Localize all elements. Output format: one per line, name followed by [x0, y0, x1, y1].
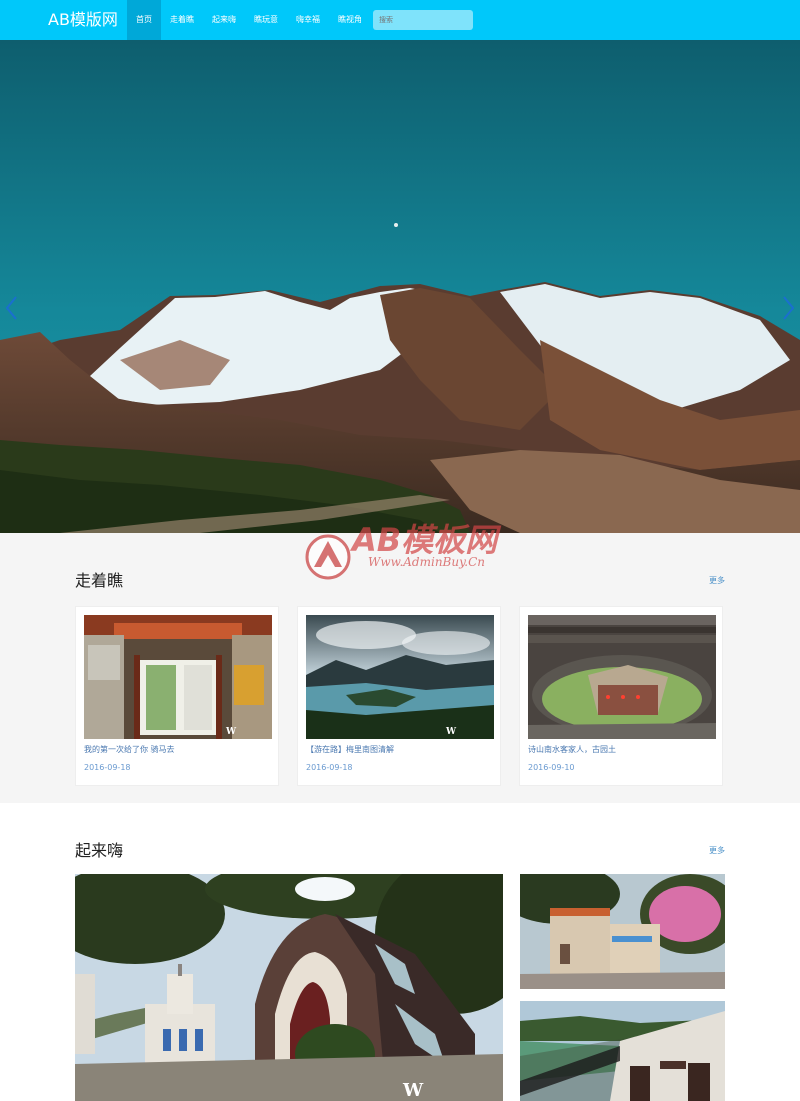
section-walk-title: 走着瞧 [75, 571, 124, 590]
svg-text:W: W [402, 1080, 424, 1101]
watermark-logo: AB模板网 Www.AdminBuy.Cn [300, 513, 510, 588]
svg-text:W: W [225, 727, 237, 737]
top-navbar: AB模版网 首页 走着瞧 起来嗨 瞧玩意 嗨幸福 瞧视角 [0, 0, 800, 40]
article-card-1-title[interactable]: 我的第一次给了你 骑马去 [84, 744, 175, 755]
hero-carousel [0, 40, 800, 533]
section-fun-more-link[interactable]: 更多 [709, 845, 725, 856]
section-fun-title: 起来嗨 [75, 841, 124, 860]
carousel-prev-icon[interactable] [4, 295, 18, 321]
article-card-3-title[interactable]: 诗山南水客家人，古园土 [528, 744, 616, 755]
article-card-2[interactable]: W 【游在路】梅里南图清解 2016-09-18 [297, 606, 501, 786]
feature-image-balcony[interactable] [520, 1001, 725, 1101]
nav-item-walk[interactable]: 走着瞧 [161, 0, 203, 40]
article-card-1-image[interactable]: W [84, 615, 272, 739]
article-card-2-image[interactable]: W [306, 615, 494, 739]
nav-item-home[interactable]: 首页 [127, 0, 161, 40]
site-logo[interactable]: AB模版网 [48, 0, 118, 40]
nav-item-perspective[interactable]: 瞧视角 [329, 0, 371, 40]
svg-text:W: W [445, 727, 457, 737]
nav-item-fun[interactable]: 起来嗨 [203, 0, 245, 40]
feature-image-house[interactable] [520, 874, 725, 989]
carousel-next-icon[interactable] [782, 295, 796, 321]
article-card-1[interactable]: W 我的第一次给了你 骑马去 2016-09-18 [75, 606, 279, 786]
feature-image-church[interactable]: W [75, 874, 503, 1101]
nav-item-things[interactable]: 瞧玩意 [245, 0, 287, 40]
search-input[interactable] [373, 10, 473, 30]
article-card-3-image[interactable] [528, 615, 716, 739]
article-card-3[interactable]: 诗山南水客家人，古园土 2016-09-10 [519, 606, 723, 786]
section-fun: 起来嗨 更多 W [0, 803, 800, 1101]
watermark-url: Www.AdminBuy.Cn [368, 555, 486, 569]
article-card-1-date: 2016-09-18 [84, 763, 131, 772]
article-card-2-title[interactable]: 【游在路】梅里南图清解 [306, 744, 394, 755]
main-nav: 首页 走着瞧 起来嗨 瞧玩意 嗨幸福 瞧视角 [127, 0, 371, 40]
watermark-icon [305, 534, 351, 580]
nav-item-happiness[interactable]: 嗨幸福 [287, 0, 329, 40]
section-walk-more-link[interactable]: 更多 [709, 575, 725, 586]
hero-mountain-image [0, 40, 800, 533]
article-card-3-date: 2016-09-10 [528, 763, 575, 772]
article-card-2-date: 2016-09-18 [306, 763, 353, 772]
